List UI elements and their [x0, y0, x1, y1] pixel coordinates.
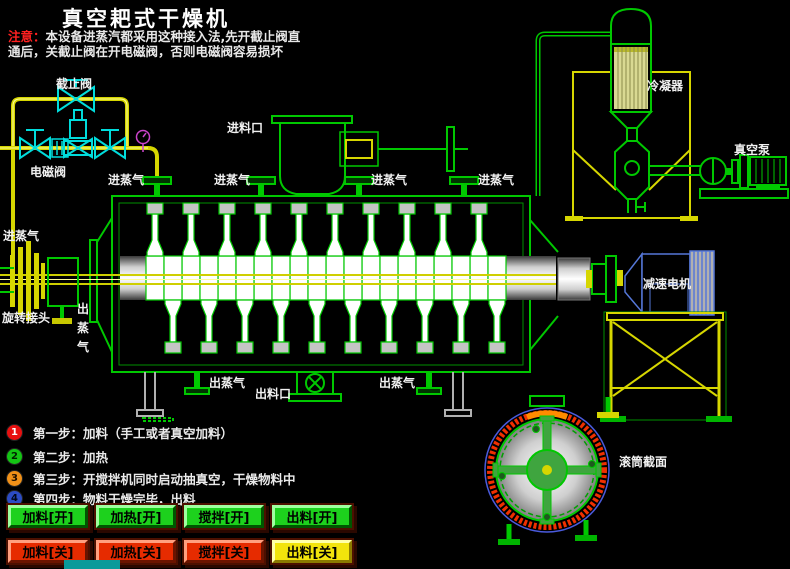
heat-on-button[interactable]: 加热[开]	[96, 505, 176, 528]
condenser-vessel	[608, 7, 654, 141]
discharge-on-button[interactable]: 出料[开]	[272, 505, 352, 528]
discharge-port	[288, 372, 342, 402]
step-1-text: 第一步：加料（手工或者真空加料）	[33, 425, 234, 441]
warning-line-2: 通后，关截止阀在开电磁阀，否则电磁阀容易损坏	[8, 44, 284, 59]
feed-on-button[interactable]: 加料[开]	[8, 505, 88, 528]
globe-valve-2	[94, 129, 126, 160]
step-2-badge: 2	[6, 447, 23, 465]
step-3-text: 第三步：开搅拌机同时启动抽真空，干燥物料中	[33, 471, 296, 487]
steam-in-label-1: 进蒸气	[108, 173, 145, 187]
stir-off-button[interactable]: 搅拌[关]	[184, 540, 264, 563]
feeder-vibrator	[345, 139, 373, 159]
step-1-badge: 1	[6, 423, 23, 441]
globe-valve-1	[19, 129, 51, 160]
drum-legs	[136, 372, 472, 422]
motor-stand	[600, 311, 732, 422]
agitator-paddles	[145, 202, 507, 354]
rotary-joint-label: 旋转接头	[2, 311, 51, 325]
vacuum-pump-label: 真空泵	[734, 143, 771, 157]
steam-out-label-vertical: 出蒸气	[76, 302, 89, 354]
step-2: 2 第二步：加热	[6, 447, 108, 465]
feed-inlet-label: 进料口	[227, 121, 264, 135]
hmi-screen: 真空耙式干燥机 注意：本设备进蒸汽都采用这种接入法,先开截止阀直 通后，关截止阀…	[0, 0, 790, 569]
coupling-flanges	[586, 255, 623, 303]
steam-out-label-1: 出蒸气	[209, 376, 246, 390]
step-3: 3 第三步：开搅拌机同时启动抽真空，干燥物料中	[6, 469, 296, 487]
solenoid-valve-label: 电磁阀	[30, 165, 67, 179]
discharge-port-label: 出料口	[255, 387, 292, 401]
step-2-text: 第二步：加热	[33, 449, 109, 465]
discharge-off-button[interactable]: 出料[关]	[272, 540, 352, 563]
gear-motor-label: 减速电机	[643, 277, 692, 291]
steam-in-label-left: 进蒸气	[3, 229, 40, 243]
stop-valve-label: 截止阀	[56, 77, 93, 91]
drum-section-label: 滚筒截面	[619, 455, 668, 469]
stir-on-button[interactable]: 搅拌[开]	[184, 505, 264, 528]
drum-cross-section	[484, 395, 619, 545]
step-4-badge: 4	[6, 489, 23, 507]
condenser-label: 冷凝器	[647, 79, 684, 93]
steam-out-label-2: 出蒸气	[379, 376, 416, 390]
vacuum-pump	[649, 154, 789, 199]
steam-in-label-2: 进蒸气	[214, 173, 251, 187]
step-3-badge: 3	[6, 469, 23, 487]
step-1: 1 第一步：加料（手工或者真空加料）	[6, 423, 233, 441]
receiver-vessel	[614, 140, 650, 213]
steam-in-label-4: 进蒸气	[478, 173, 515, 187]
steam-in-label-3: 进蒸气	[371, 173, 408, 187]
partial-bottom-element	[64, 560, 120, 569]
vapor-pipe	[535, 31, 613, 196]
shaft-coupling	[557, 257, 591, 301]
